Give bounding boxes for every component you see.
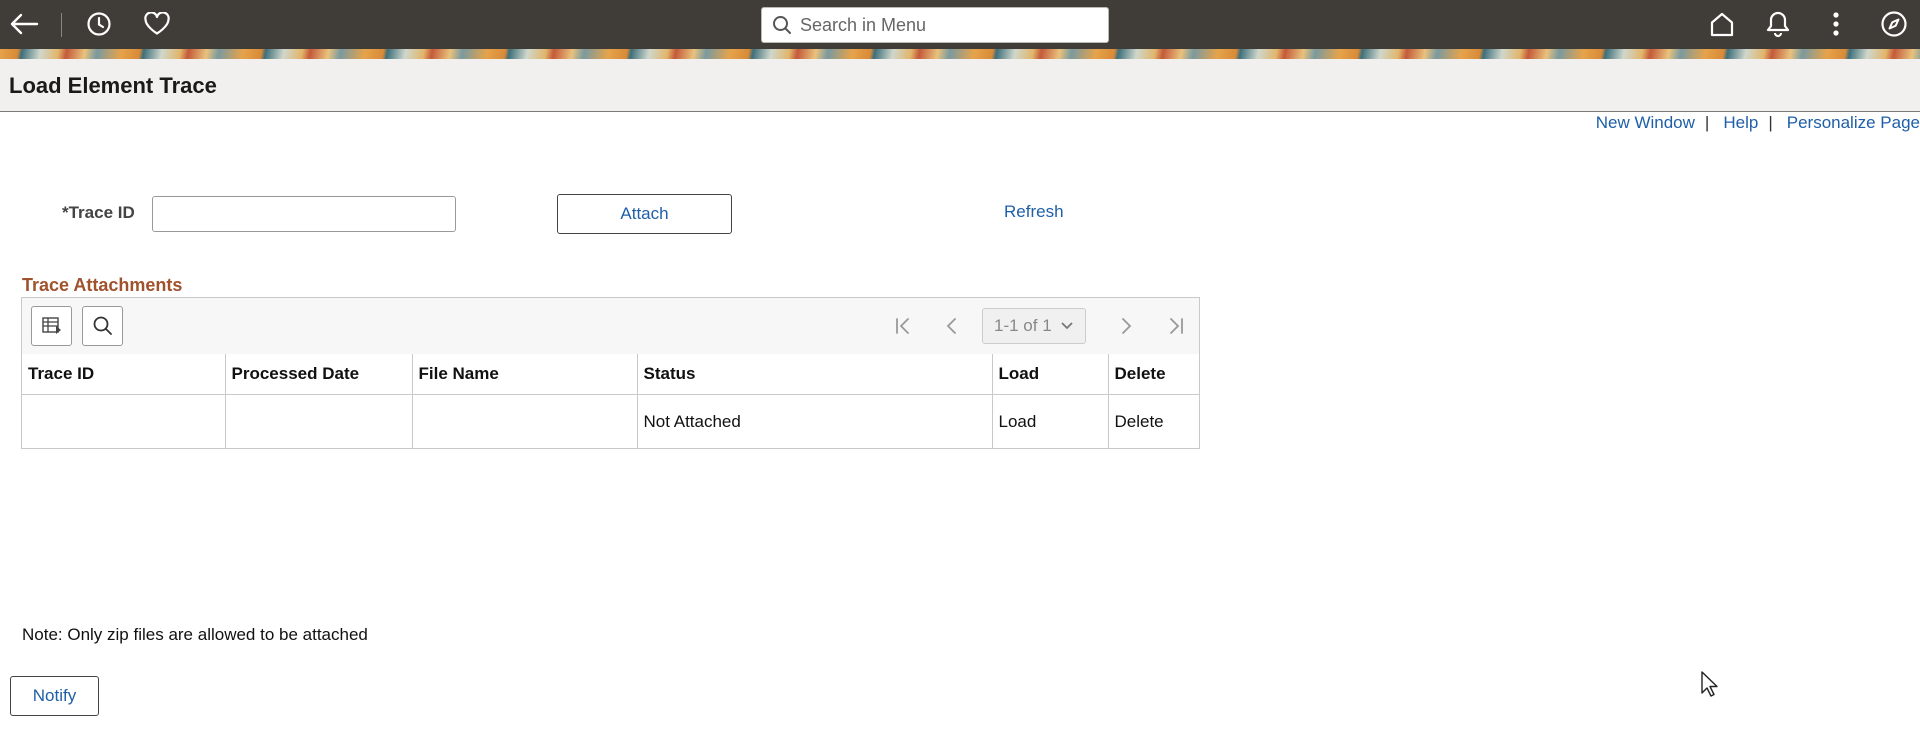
load-link[interactable]: Load <box>992 394 1109 449</box>
home-icon[interactable] <box>1706 8 1738 40</box>
column-header-delete[interactable]: Delete <box>1108 354 1199 395</box>
trace-attachments-grid: 1-1 of 1 Trace ID Processed Date File Na… <box>21 297 1200 449</box>
page-title: Load Element Trace <box>9 73 217 98</box>
attachment-note: Note: Only zip files are allowed to be a… <box>22 625 368 644</box>
cell-status: Not Attached <box>637 394 993 449</box>
pager-select[interactable]: 1-1 of 1 <box>982 308 1086 344</box>
favorites-icon[interactable] <box>141 8 173 40</box>
history-icon[interactable] <box>83 8 115 40</box>
previous-page-icon[interactable] <box>938 312 966 340</box>
back-arrow-icon[interactable] <box>8 8 40 40</box>
column-header-file-name[interactable]: File Name <box>412 354 638 395</box>
cell-trace-id <box>22 394 226 449</box>
table-row: Not Attached Load Delete <box>22 394 1199 450</box>
cell-processed-date <box>225 394 413 449</box>
notify-button[interactable]: Notify <box>10 676 99 716</box>
link-separator: | <box>1768 113 1773 132</box>
search-input[interactable] <box>798 9 1102 41</box>
column-header-processed-date[interactable]: Processed Date <box>225 354 413 395</box>
grid-title: Trace Attachments <box>22 275 183 295</box>
page-links: New Window | Help | Personalize Page <box>1596 113 1920 133</box>
attachments-table: Trace ID Processed Date File Name Status… <box>22 354 1199 449</box>
navigator-icon[interactable] <box>1878 8 1910 40</box>
attach-button[interactable]: Attach <box>557 194 732 234</box>
trace-id-label: *Trace ID <box>62 203 135 222</box>
column-header-trace-id[interactable]: Trace ID <box>22 354 226 395</box>
trace-id-input[interactable] <box>152 196 456 232</box>
personalize-grid-icon[interactable] <box>31 306 72 346</box>
grid-toolbar: 1-1 of 1 <box>22 298 1199 355</box>
page-header: Load Element Trace <box>0 59 1920 112</box>
decorative-banner <box>0 49 1920 59</box>
column-header-load[interactable]: Load <box>992 354 1109 395</box>
cell-file-name <box>412 394 638 449</box>
mouse-cursor-icon <box>1700 670 1720 703</box>
menu-search-box[interactable] <box>761 7 1109 43</box>
link-separator: | <box>1704 113 1710 132</box>
refresh-link[interactable]: Refresh <box>1004 202 1064 222</box>
table-header-row: Trace ID Processed Date File Name Status… <box>22 354 1199 395</box>
pager-text: 1-1 of 1 <box>994 316 1052 335</box>
toolbar-divider <box>61 13 62 37</box>
search-icon <box>773 16 791 34</box>
actions-menu-icon[interactable] <box>1820 8 1852 40</box>
delete-link[interactable]: Delete <box>1108 395 1199 450</box>
chevron-down-icon <box>1061 322 1073 330</box>
personalize-page-link[interactable]: Personalize Page <box>1787 113 1920 133</box>
column-header-status[interactable]: Status <box>637 354 993 395</box>
new-window-link[interactable]: New Window <box>1596 113 1695 133</box>
help-link[interactable]: Help <box>1723 113 1758 133</box>
first-page-icon[interactable] <box>889 312 917 340</box>
grid-search-icon[interactable] <box>82 306 123 346</box>
top-navigation-bar <box>0 0 1920 49</box>
notifications-icon[interactable] <box>1762 8 1794 40</box>
next-page-icon[interactable] <box>1112 312 1140 340</box>
last-page-icon[interactable] <box>1162 312 1190 340</box>
